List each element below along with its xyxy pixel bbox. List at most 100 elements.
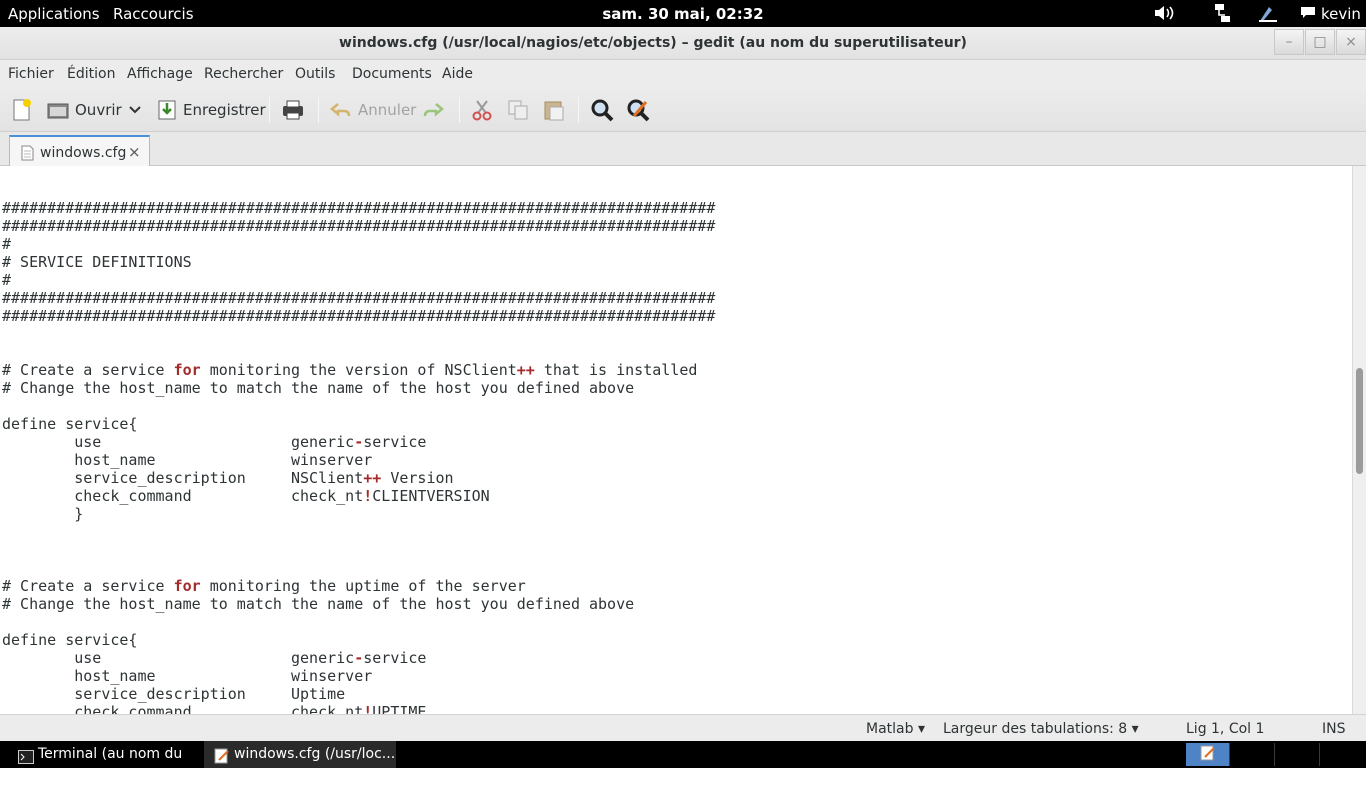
menu-affichage[interactable]: Affichage [127,66,193,82]
save-button[interactable]: Enregistrer [157,95,266,125]
chat-icon[interactable] [1300,3,1322,23]
toolbar-separator [459,97,460,123]
find-button[interactable] [590,95,614,125]
code-line: ########################################… [2,307,716,325]
task-gedit[interactable]: windows.cfg (/usr/loc... [204,741,396,768]
accessibility-icon[interactable] [1257,3,1279,23]
volume-icon[interactable] [1153,3,1175,23]
copy-icon [507,99,529,121]
save-icon [157,99,177,121]
gedit-icon [1200,745,1216,765]
terminal-icon [18,747,34,774]
redo-button[interactable] [422,95,444,125]
code-content[interactable]: ########################################… [2,199,715,714]
code-line: ########################################… [2,199,716,217]
printer-icon [281,99,305,121]
undo-icon [330,101,352,119]
workspace-3[interactable] [1276,743,1320,766]
code-line: ########################################… [2,289,716,307]
find-replace-icon [626,98,650,122]
task-terminal[interactable]: Terminal (au nom du ... [8,741,200,789]
folder-open-icon [47,99,69,121]
code-line: use generic-service [2,433,427,451]
menu-rechercher[interactable]: Rechercher [204,66,283,82]
cut-button[interactable] [472,95,492,125]
tab-close-button[interactable]: × [128,143,141,161]
code-line: ​ [2,325,715,343]
code-line: check_command check_nt!CLIENTVERSION [2,487,490,505]
workspace-2[interactable] [1231,743,1275,766]
document-tabs: windows.cfg × [0,132,1366,167]
toolbar-separator [318,97,319,123]
taskbar: Terminal (au nom du ... windows.cfg (/us… [0,741,1366,789]
tab-width-selector[interactable]: Largeur des tabulations: 8 ▾ [943,721,1139,737]
window-title: windows.cfg (/usr/local/nagios/etc/objec… [339,35,967,51]
language-selector[interactable]: Matlab ▾ [866,721,925,737]
code-line: ​ [2,541,715,559]
copy-button[interactable] [507,95,529,125]
code-line: ​ [2,523,715,541]
code-line: # Change the host_name to match the name… [2,379,635,397]
code-line: host_name winserver [2,667,373,685]
close-button[interactable]: × [1336,29,1366,55]
toolbar: Ouvrir Enregistrer Annuler [0,88,1366,132]
code-line: ​ [2,559,715,577]
menu-edition[interactable]: Édition [67,66,115,82]
cursor-position: Lig 1, Col 1 [1186,721,1265,737]
print-button[interactable] [281,95,305,125]
text-file-icon [21,145,34,165]
minimize-button[interactable]: – [1274,29,1304,55]
workspace-4[interactable] [1321,743,1365,766]
toolbar-separator [269,97,270,123]
paste-icon [543,99,565,121]
open-recent-dropdown[interactable] [128,95,142,125]
code-line: define service{ [2,415,138,433]
code-line: host_name winserver [2,451,373,469]
menu-aide[interactable]: Aide [442,66,473,82]
top-panel: Applications Raccourcis sam. 30 mai, 02:… [0,0,1366,27]
code-line: ​ [2,343,715,361]
code-line: ​ [2,613,715,631]
chevron-down-icon [128,105,142,115]
menu-documents[interactable]: Documents [352,66,432,82]
undo-label: Annuler [358,101,417,119]
code-line: # SERVICE DEFINITIONS [2,253,192,271]
code-line: service_description NSClient++ Version [2,469,454,487]
code-line: } [2,505,84,523]
replace-button[interactable] [626,95,650,125]
window-titlebar[interactable]: windows.cfg (/usr/local/nagios/etc/objec… [0,27,1366,60]
toolbar-separator [578,97,579,123]
new-document-button[interactable] [11,95,33,125]
maximize-button[interactable]: □ [1305,29,1335,55]
gedit-icon [214,747,230,774]
tab-windows-cfg[interactable]: windows.cfg × [9,135,150,167]
scrollbar-thumb[interactable] [1356,368,1363,474]
code-line: define service{ [2,631,138,649]
code-line: # Create a service for monitoring the up… [2,577,526,595]
menu-fichier[interactable]: Fichier [8,66,54,82]
network-icon[interactable] [1212,3,1234,23]
code-line: # Create a service for monitoring the ve… [2,361,698,379]
paste-button[interactable] [543,95,565,125]
open-button[interactable]: Ouvrir [47,95,122,125]
workspace-1[interactable] [1186,743,1230,766]
vertical-scrollbar[interactable] [1352,166,1366,714]
user-menu[interactable]: kevin [1321,5,1361,23]
code-line: ########################################… [2,217,716,235]
code-line: use generic-service [2,649,427,667]
text-editor[interactable]: ########################################… [0,166,1352,714]
redo-icon [422,101,444,119]
code-line: check_command check_nt!UPTIME [2,703,427,714]
statusbar: Matlab ▾ Largeur des tabulations: 8 ▾ Li… [0,714,1366,741]
new-document-icon [11,98,33,122]
menu-outils[interactable]: Outils [295,66,335,82]
menubar: Fichier Édition Affichage Rechercher Out… [0,60,1366,88]
undo-button[interactable]: Annuler [330,95,416,125]
insert-mode: INS [1322,721,1346,737]
chevron-down-icon: ▾ [1131,721,1139,737]
code-line: # Change the host_name to match the name… [2,595,635,613]
code-line: # [2,235,12,253]
scissors-icon [472,99,492,121]
code-line: service_description Uptime [2,685,346,703]
tab-label: windows.cfg [40,145,127,161]
